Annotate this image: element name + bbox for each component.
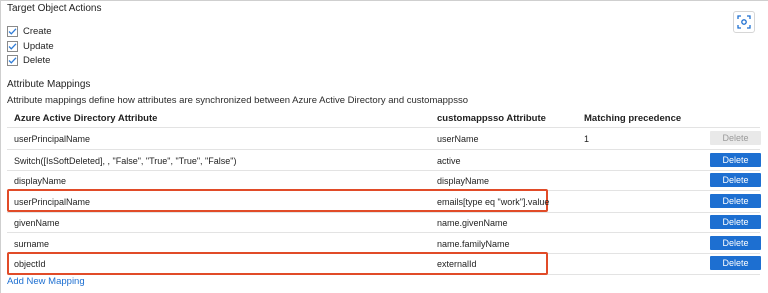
page-frame xyxy=(0,0,768,293)
delete-button[interactable]: Delete xyxy=(710,153,761,167)
column-header-aad-attribute: Azure Active Directory Attribute xyxy=(14,113,158,124)
row-divider xyxy=(7,149,760,150)
delete-button[interactable]: Delete xyxy=(710,236,761,250)
table-row-app-attribute[interactable]: emails[type eq "work"].value xyxy=(437,197,549,207)
create-checkbox[interactable] xyxy=(7,25,18,37)
target-actions-title: Target Object Actions xyxy=(7,3,102,14)
update-checkbox[interactable] xyxy=(7,40,18,52)
add-new-mapping-link[interactable]: Add New Mapping xyxy=(7,276,85,287)
delete-button[interactable]: Delete xyxy=(710,256,761,270)
attribute-mappings-title: Attribute Mappings xyxy=(7,79,91,90)
delete-checkbox[interactable] xyxy=(7,54,18,66)
table-row-app-attribute[interactable]: name.givenName xyxy=(437,218,508,228)
table-row-precedence: 1 xyxy=(584,134,590,144)
update-checkbox-row[interactable]: Update xyxy=(7,39,54,53)
row-divider xyxy=(7,212,760,213)
table-row-aad-attribute[interactable]: displayName xyxy=(14,176,66,186)
table-row-aad-attribute[interactable]: userPrincipalName xyxy=(14,134,90,144)
create-checkbox-label: Create xyxy=(23,25,52,37)
delete-checkbox-row[interactable]: Delete xyxy=(7,53,50,67)
delete-checkbox-label: Delete xyxy=(23,54,51,66)
column-header-matching-precedence: Matching precedence xyxy=(584,113,682,124)
table-row-aad-attribute[interactable]: givenName xyxy=(14,218,60,228)
table-row-app-attribute[interactable]: name.familyName xyxy=(437,239,510,249)
table-row-app-attribute[interactable]: externalId xyxy=(437,259,477,269)
create-checkbox-row[interactable]: Create xyxy=(7,24,52,38)
table-row-app-attribute[interactable]: active xyxy=(437,156,461,166)
update-checkbox-label: Update xyxy=(23,40,54,52)
table-row-app-attribute[interactable]: userName xyxy=(437,134,479,144)
check-icon xyxy=(8,27,17,35)
delete-button[interactable]: Delete xyxy=(710,215,761,229)
row-divider xyxy=(7,232,760,233)
check-icon xyxy=(8,56,17,64)
table-row-aad-attribute[interactable]: objectId xyxy=(14,259,46,269)
table-row-aad-attribute[interactable]: Switch([IsSoftDeleted], , "False", "True… xyxy=(14,156,236,166)
row-divider xyxy=(7,127,760,128)
column-header-app-attribute: customappsso Attribute xyxy=(437,113,546,124)
attribute-mappings-description: Attribute mappings define how attributes… xyxy=(7,95,469,106)
delete-button[interactable]: Delete xyxy=(710,194,761,208)
table-row-aad-attribute[interactable]: surname xyxy=(14,239,49,249)
scan-icon[interactable] xyxy=(733,11,755,33)
check-icon xyxy=(8,42,17,50)
table-row-aad-attribute[interactable]: userPrincipalName xyxy=(14,197,90,207)
delete-button: Delete xyxy=(710,131,761,145)
row-divider xyxy=(7,170,760,171)
delete-button[interactable]: Delete xyxy=(710,173,761,187)
table-row-app-attribute[interactable]: displayName xyxy=(437,176,489,186)
